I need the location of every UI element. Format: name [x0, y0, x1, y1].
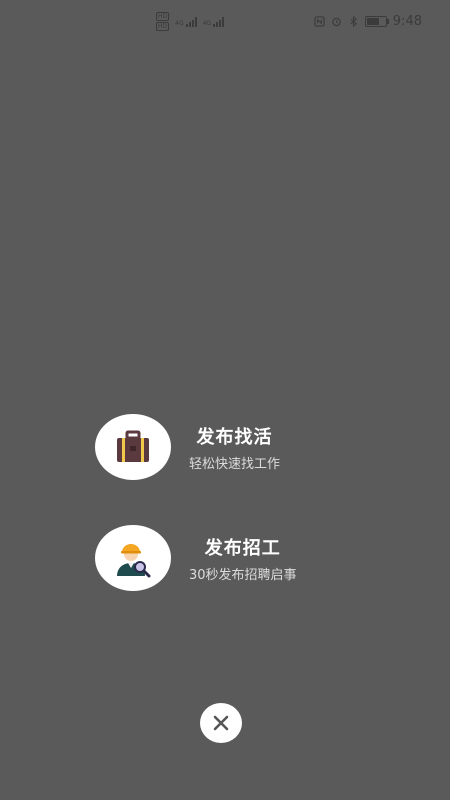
signal-bars-icon [185, 16, 197, 27]
close-icon [213, 715, 229, 731]
briefcase-icon [117, 430, 149, 462]
option-title: 发布找活 [196, 426, 273, 448]
option-icon-circle[interactable] [95, 414, 171, 480]
nfc-icon [314, 16, 325, 27]
signal-1: 4G [175, 16, 197, 27]
hd-badges: HD HD [156, 12, 170, 31]
option-subtitle: 30秒发布招聘启事 [189, 567, 297, 583]
hd-badge-2: HD [156, 22, 170, 31]
post-job-seeking-option[interactable]: 发布找活 轻松快速找工作 [95, 414, 355, 480]
worker-search-icon [117, 544, 151, 578]
status-icons: 9:48 [314, 14, 422, 29]
alarm-icon [332, 17, 341, 27]
close-button[interactable] [200, 703, 242, 743]
option-title: 发布招工 [204, 537, 281, 559]
network-type-2: 4G [202, 19, 212, 27]
post-hiring-option[interactable]: 发布招工 30秒发布招聘启事 [95, 525, 355, 591]
signal-2: 4G [202, 16, 225, 27]
status-bar: HD HD 4G 4G 9:48 [0, 0, 450, 44]
option-subtitle: 轻松快速找工作 [189, 456, 281, 472]
signal-group: HD HD 4G 4G [156, 12, 225, 31]
option-icon-circle[interactable] [95, 525, 171, 591]
bluetooth-icon [350, 16, 357, 27]
option-texts: 发布找活 轻松快速找工作 [189, 423, 280, 472]
option-texts: 发布招工 30秒发布招聘启事 [189, 534, 297, 583]
signal-bars-icon-2 [213, 16, 225, 27]
clock: 9:48 [392, 14, 422, 29]
hd-badge-1: HD [156, 12, 170, 21]
battery-icon [364, 16, 389, 27]
network-type-1: 4G [175, 19, 184, 27]
